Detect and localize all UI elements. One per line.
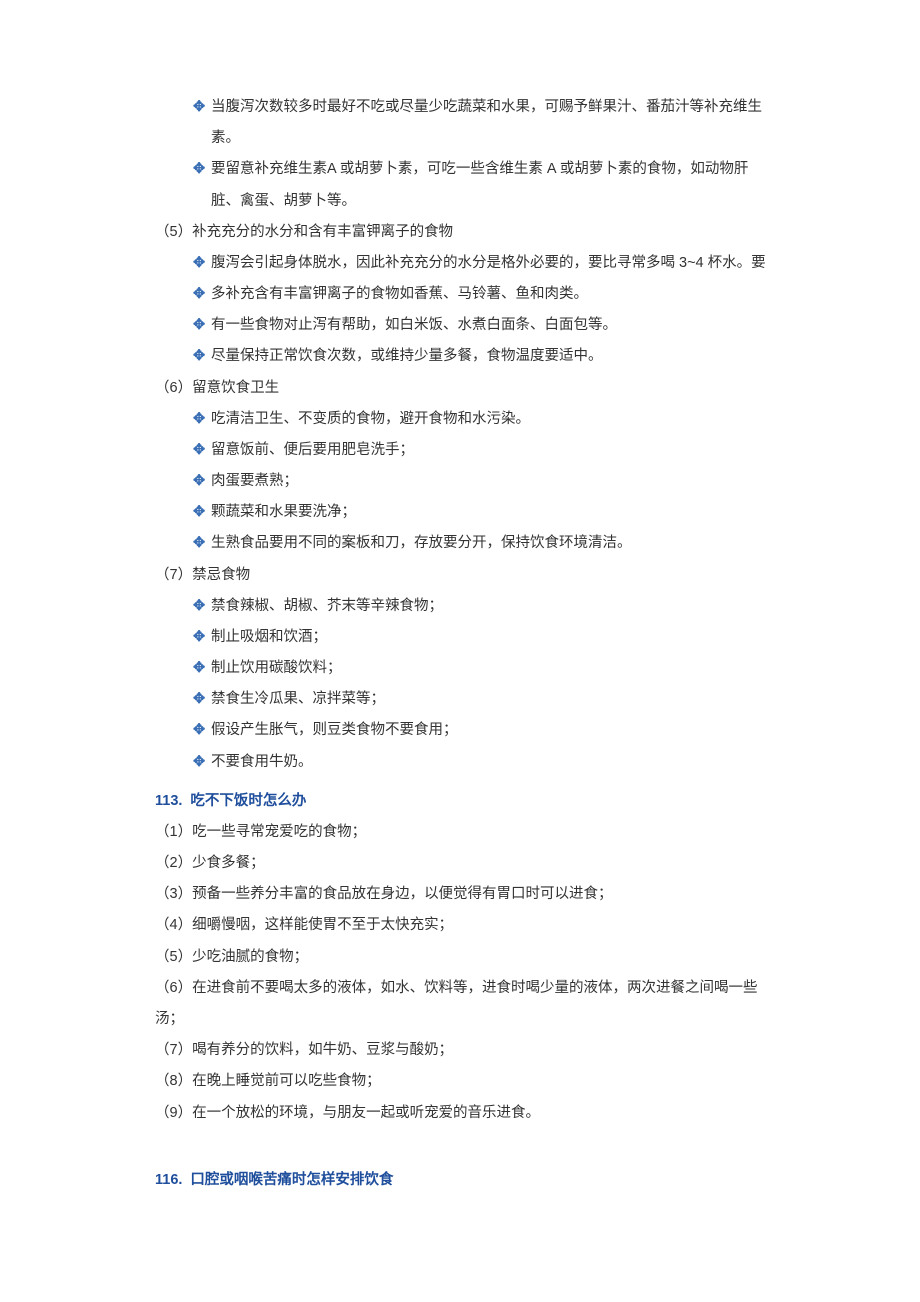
blank-line (155, 1129, 770, 1157)
bullet-item: ✥禁食辣椒、胡椒、芥末等辛辣食物； (173, 591, 770, 622)
bullet-icon: ✥ (193, 154, 211, 185)
bullet-text: 有一些食物对止泻有帮助，如白米饭、水煮白面条、白面包等。 (211, 317, 617, 333)
bullet-text: 颗蔬菜和水果要洗净； (211, 504, 356, 520)
bullet-icon: ✥ (193, 715, 211, 746)
heading-113: 113. 吃不下饭时怎么办 (155, 786, 770, 817)
ordered-item: （5）少吃油腻的食物； (155, 942, 770, 973)
bullet-item: ✥当腹泻次数较多时最好不吃或尽量少吃蔬菜和水果，可赐予鲜果汁、番茄汁等补充维生素… (173, 92, 770, 154)
bullet-text: 尽量保持正常饮食次数，或维持少量多餐，食物温度要适中。 (211, 348, 603, 364)
bullet-icon: ✥ (193, 466, 211, 497)
ordered-item: （9）在一个放松的环境，与朋友一起或听宠爱的音乐进食。 (155, 1098, 770, 1129)
subsection-label: （7）禁忌食物 (155, 560, 770, 591)
subsection-label: （6）留意饮食卫生 (155, 373, 770, 404)
bullet-icon: ✥ (193, 404, 211, 435)
bullet-text: 留意饭前、便后要用肥皂洗手； (211, 442, 414, 458)
bullet-text: 制止吸烟和饮酒； (211, 629, 327, 645)
bullet-icon: ✥ (193, 248, 211, 279)
bullet-icon: ✥ (193, 279, 211, 310)
bullet-icon: ✥ (193, 747, 211, 778)
bullet-item: ✥生熟食品要用不同的案板和刀，存放要分开，保持饮食环境清洁。 (173, 528, 770, 559)
bullet-item: ✥多补充含有丰富钾离子的食物如香蕉、马铃薯、鱼和肉类。 (173, 279, 770, 310)
bullet-icon: ✥ (193, 497, 211, 528)
bullet-item: ✥制止吸烟和饮酒； (173, 622, 770, 653)
bullet-icon: ✥ (193, 684, 211, 715)
heading-113-number: 113. (155, 793, 182, 809)
bullet-icon: ✥ (193, 341, 211, 372)
ordered-item: （8）在晚上睡觉前可以吃些食物； (155, 1066, 770, 1097)
bullet-item: ✥腹泻会引起身体脱水，因此补充充分的水分是格外必要的，要比寻常多喝 3~4 杯水… (173, 248, 770, 279)
ordered-item: （1）吃一些寻常宠爱吃的食物； (155, 817, 770, 848)
bullet-item: ✥要留意补充维生素A 或胡萝卜素，可吃一些含维生素 A 或胡萝卜素的食物，如动物… (173, 154, 770, 216)
bullet-text: 要留意补充维生素A 或胡萝卜素，可吃一些含维生素 A 或胡萝卜素的食物，如动物肝… (211, 161, 748, 208)
bullet-item: ✥颗蔬菜和水果要洗净； (173, 497, 770, 528)
bullet-text: 不要食用牛奶。 (211, 754, 313, 770)
bullet-text: 当腹泻次数较多时最好不吃或尽量少吃蔬菜和水果，可赐予鲜果汁、番茄汁等补充维生素。 (211, 99, 762, 146)
bullet-text: 肉蛋要煮熟； (211, 473, 298, 489)
bullet-text: 生熟食品要用不同的案板和刀，存放要分开，保持饮食环境清洁。 (211, 535, 632, 551)
bullet-item: ✥禁食生冷瓜果、凉拌菜等； (173, 684, 770, 715)
bullet-icon: ✥ (193, 591, 211, 622)
heading-116: 116. 口腔或咽喉苦痛时怎样安排饮食 (155, 1165, 770, 1196)
bullet-item: ✥尽量保持正常饮食次数，或维持少量多餐，食物温度要适中。 (173, 341, 770, 372)
bullet-text: 假设产生胀气，则豆类食物不要食用； (211, 722, 458, 738)
bullet-icon: ✥ (193, 622, 211, 653)
bullet-icon: ✥ (193, 528, 211, 559)
bullet-text: 制止饮用碳酸饮料； (211, 660, 342, 676)
bullet-text: 禁食生冷瓜果、凉拌菜等； (211, 691, 385, 707)
ordered-item: （2）少食多餐； (155, 848, 770, 879)
bullet-item: ✥不要食用牛奶。 (173, 747, 770, 778)
bullet-icon: ✥ (193, 435, 211, 466)
ordered-item: （4）细嚼慢咽，这样能使胃不至于太快充实； (155, 910, 770, 941)
bullet-text: 吃清洁卫生、不变质的食物，避开食物和水污染。 (211, 411, 530, 427)
bullet-item: ✥吃清洁卫生、不变质的食物，避开食物和水污染。 (173, 404, 770, 435)
document-page: ✥当腹泻次数较多时最好不吃或尽量少吃蔬菜和水果，可赐予鲜果汁、番茄汁等补充维生素… (0, 0, 920, 1302)
bullet-icon: ✥ (193, 310, 211, 341)
heading-113-title: 吃不下饭时怎么办 (190, 793, 306, 809)
ordered-item: （3）预备一些养分丰富的食品放在身边，以便觉得有胃口时可以进食； (155, 879, 770, 910)
subsection-label: （5）补充充分的水分和含有丰富钾离子的食物 (155, 217, 770, 248)
ordered-item: （7）喝有养分的饮料，如牛奶、豆浆与酸奶； (155, 1035, 770, 1066)
ordered-item: （6）在进食前不要喝太多的液体，如水、饮料等，进食时喝少量的液体，两次进餐之间喝… (155, 973, 770, 1035)
bullet-item: ✥肉蛋要煮熟； (173, 466, 770, 497)
bullet-text: 多补充含有丰富钾离子的食物如香蕉、马铃薯、鱼和肉类。 (211, 286, 588, 302)
bullet-item: ✥假设产生胀气，则豆类食物不要食用； (173, 715, 770, 746)
bullet-item: ✥制止饮用碳酸饮料； (173, 653, 770, 684)
bullet-item: ✥有一些食物对止泻有帮助，如白米饭、水煮白面条、白面包等。 (173, 310, 770, 341)
heading-116-title: 口腔或咽喉苦痛时怎样安排饮食 (190, 1172, 393, 1188)
bullet-item: ✥留意饭前、便后要用肥皂洗手； (173, 435, 770, 466)
bullet-icon: ✥ (193, 92, 211, 123)
bullet-text: 腹泻会引起身体脱水，因此补充充分的水分是格外必要的，要比寻常多喝 3~4 杯水。… (211, 255, 766, 271)
bullet-text: 禁食辣椒、胡椒、芥末等辛辣食物； (211, 598, 443, 614)
heading-116-number: 116. (155, 1172, 182, 1188)
bullet-icon: ✥ (193, 653, 211, 684)
